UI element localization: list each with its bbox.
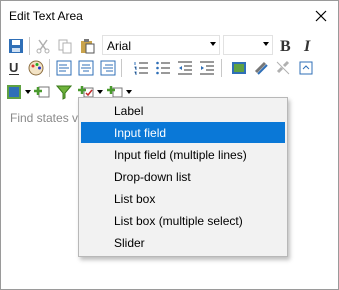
background-color-button[interactable] [5, 83, 23, 101]
underline-button[interactable]: U [5, 59, 23, 77]
svg-text:I: I [303, 38, 311, 53]
outdent-icon [178, 61, 192, 75]
link-icon [254, 61, 268, 75]
italic-icon: I [303, 38, 311, 53]
menu-item-slider[interactable]: Slider [81, 232, 285, 253]
align-left-icon [56, 60, 72, 76]
toolbar-separator [221, 59, 222, 77]
remove-link-button[interactable] [274, 59, 292, 77]
menu-item-input-field[interactable]: Input field [81, 122, 285, 143]
form-control-menu: Label Input field Input field (multiple … [78, 97, 288, 257]
align-right-button[interactable] [99, 59, 117, 77]
object-icon [299, 61, 313, 75]
insert-link-button[interactable] [252, 59, 270, 77]
menu-item-list-box-multi[interactable]: List box (multiple select) [81, 210, 285, 231]
copy-icon [58, 39, 72, 54]
numbered-list-icon [134, 62, 148, 75]
menu-item-text: Label [114, 104, 144, 118]
image-icon [232, 62, 246, 74]
font-size-select[interactable] [223, 35, 273, 55]
unlink-icon [276, 60, 290, 75]
insert-image-button[interactable] [230, 59, 248, 77]
svg-text:U: U [9, 60, 18, 75]
chevron-down-icon [210, 42, 216, 46]
add-field-icon [34, 86, 50, 98]
filter-icon [56, 85, 72, 100]
increase-indent-button[interactable] [198, 59, 216, 77]
menu-item-text: Input field (multiple lines) [114, 148, 247, 162]
window-title: Edit Text Area [9, 9, 83, 23]
menu-item-text: Drop-down list [114, 170, 191, 184]
menu-item-text: Input field [114, 126, 167, 140]
palette-icon [28, 60, 44, 76]
toolbar-separator [121, 59, 122, 77]
menu-item-list-box[interactable]: List box [81, 188, 285, 209]
align-center-button[interactable] [77, 59, 95, 77]
decrease-indent-button[interactable] [176, 59, 194, 77]
save-icon [9, 39, 23, 53]
title-bar: Edit Text Area [1, 1, 338, 32]
fill-color-icon [7, 85, 21, 99]
text-area-content: Find states v [10, 111, 79, 125]
chevron-down-icon [263, 42, 269, 46]
align-left-button[interactable] [55, 59, 73, 77]
align-right-icon [100, 60, 116, 76]
bullet-list-icon [156, 61, 170, 75]
font-family-value: Arial [107, 39, 132, 53]
bold-button[interactable]: B [277, 36, 295, 54]
chevron-down-icon[interactable] [25, 90, 31, 94]
menu-item-text: List box [114, 192, 156, 206]
close-icon [315, 10, 327, 22]
bullet-list-button[interactable] [154, 59, 172, 77]
italic-button[interactable]: I [299, 36, 317, 54]
underline-icon: U [9, 60, 19, 75]
svg-text:B: B [280, 38, 291, 53]
menu-item-text: Slider [114, 236, 145, 250]
toolbar-separator [29, 37, 30, 55]
insert-object-button[interactable] [297, 59, 315, 77]
indent-icon [200, 61, 214, 75]
add-property-button[interactable] [33, 83, 51, 101]
copy-button[interactable] [56, 37, 74, 55]
numbered-list-button[interactable] [132, 59, 150, 77]
menu-item-label[interactable]: Label [81, 100, 285, 121]
menu-item-text: List box (multiple select) [114, 214, 243, 228]
cut-icon [36, 39, 50, 54]
paste-button[interactable] [79, 37, 97, 55]
close-button[interactable] [308, 5, 334, 27]
paste-icon [81, 39, 95, 54]
save-button[interactable] [7, 37, 25, 55]
filter-button[interactable] [55, 83, 73, 101]
menu-item-drop-down-list[interactable]: Drop-down list [81, 166, 285, 187]
chevron-down-icon[interactable] [126, 90, 132, 94]
toolbar-separator [49, 59, 50, 77]
align-center-icon [78, 60, 94, 76]
bold-icon: B [280, 38, 291, 53]
chevron-down-icon[interactable] [97, 90, 103, 94]
font-family-select[interactable]: Arial [102, 35, 220, 55]
menu-item-input-field-multiline[interactable]: Input field (multiple lines) [81, 144, 285, 165]
cut-button[interactable] [34, 37, 52, 55]
color-button[interactable] [27, 59, 45, 77]
